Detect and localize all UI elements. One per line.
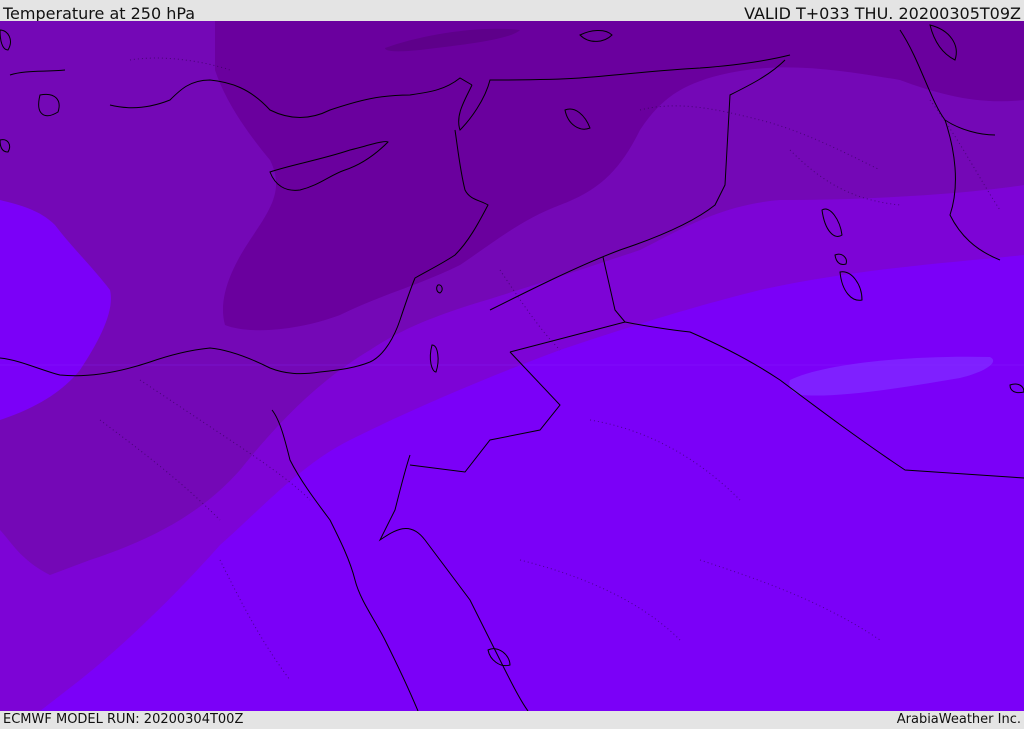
model-run: ECMWF MODEL RUN: 20200304T00Z [3,712,244,727]
temperature-map [0,21,1024,711]
footer-bar: ECMWF MODEL RUN: 20200304T00Z ArabiaWeat… [0,711,1024,729]
header-bar: Temperature at 250 hPa VALID T+033 THU. … [0,0,1024,23]
map-canvas [0,21,1024,711]
credit: ArabiaWeather Inc. [896,712,1021,727]
